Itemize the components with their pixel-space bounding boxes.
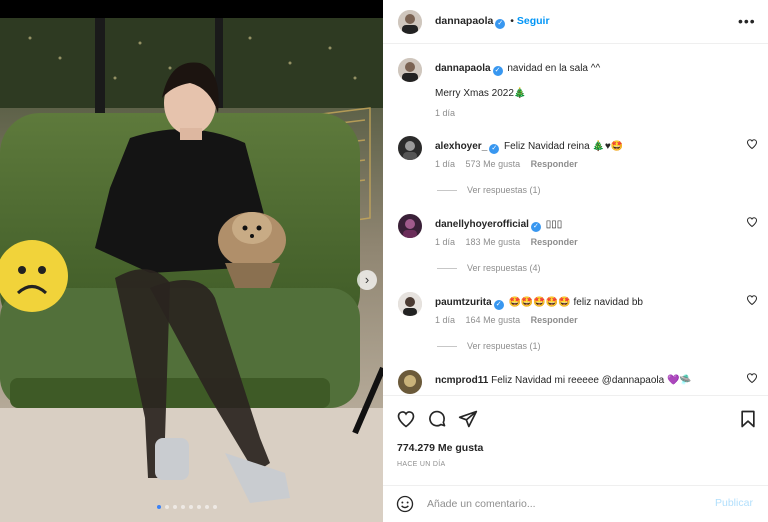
save-bookmark-icon[interactable] xyxy=(738,409,758,429)
verified-badge-icon: ✓ xyxy=(493,300,504,310)
comment-username[interactable]: paumtzurita xyxy=(435,297,492,308)
comment-like-heart-icon[interactable] xyxy=(746,294,758,306)
view-replies-label: Ver respuestas (1) xyxy=(467,341,541,351)
comment-meta: 1 día 573 Me gusta Responder xyxy=(435,159,586,169)
comment-bubble-icon[interactable] xyxy=(427,409,447,429)
carousel-dot xyxy=(173,505,177,509)
view-replies-button[interactable]: Ver respuestas (4) xyxy=(437,263,541,273)
carousel-dot xyxy=(165,505,169,509)
carousel-dot xyxy=(189,505,193,509)
follow-button[interactable]: Seguir xyxy=(517,15,550,27)
carousel-next-button[interactable]: › xyxy=(357,270,377,290)
comment-time[interactable]: 1 día xyxy=(435,237,455,247)
avatar-image xyxy=(398,214,422,238)
author-avatar[interactable] xyxy=(398,10,422,34)
view-replies-label: Ver respuestas (4) xyxy=(467,263,541,273)
reply-button[interactable]: Responder xyxy=(531,315,578,325)
comment-username[interactable]: ncmprod11 xyxy=(435,375,488,386)
comment-like-heart-icon[interactable] xyxy=(746,216,758,228)
comment-text-line: ncmprod11 Feliz Navidad mi reeeee @danna… xyxy=(435,375,735,386)
verified-badge-icon: ✓ xyxy=(495,19,506,29)
carousel-dot xyxy=(205,505,209,509)
comment-text: Feliz Navidad reina 🎄♥🤩 xyxy=(504,141,624,152)
avatar-image xyxy=(398,136,422,160)
comment-composer: Publicar xyxy=(383,485,768,522)
caption-author-avatar[interactable] xyxy=(398,58,422,82)
comment-time[interactable]: 1 día xyxy=(435,315,455,325)
post-header: dannapaola ✓ • Seguir ••• xyxy=(383,0,768,44)
author-username[interactable]: dannapaola xyxy=(435,15,493,27)
avatar-image xyxy=(398,370,422,394)
comment-text: 🤩🤩🤩🤩🤩 feliz navidad bb xyxy=(508,297,643,308)
verified-badge-icon: ✓ xyxy=(530,222,541,232)
carousel-dot xyxy=(181,505,185,509)
comment-input[interactable] xyxy=(427,495,667,513)
carousel-indicator xyxy=(157,505,217,509)
post-photo[interactable]: › xyxy=(0,18,383,522)
reply-button[interactable]: Responder xyxy=(531,159,578,169)
comment-likes[interactable]: 164 Me gusta xyxy=(466,315,521,325)
avatar-image xyxy=(398,10,422,34)
replies-divider xyxy=(437,346,457,348)
post-side-panel: dannapaola ✓ • Seguir ••• dannapaola ✓ nav… xyxy=(383,0,768,522)
caption-time: 1 día xyxy=(435,108,456,118)
comment-text-line: alexhoyer_ ✓ Feliz Navidad reina 🎄♥🤩 xyxy=(435,141,735,154)
comment-time[interactable]: 1 día xyxy=(435,159,455,169)
replies-divider xyxy=(437,190,457,192)
comment-avatar[interactable] xyxy=(398,292,422,316)
comment-text-line: danellyhoyerofficial ✓ ▯▯▯ xyxy=(435,219,735,232)
comment-meta: 1 día 164 Me gusta Responder xyxy=(435,315,586,325)
instagram-post-modal: › dannapaola ✓ • Seguir ••• dannapaola ✓… xyxy=(0,0,768,522)
verified-badge-icon: ✓ xyxy=(492,66,503,76)
caption-text: navidad en la sala ^^ xyxy=(507,63,601,74)
comment-avatar[interactable] xyxy=(398,370,422,394)
publish-button[interactable]: Publicar xyxy=(715,497,753,509)
comment-text: Feliz Navidad mi reeeee @dannapaola 💜🛸 xyxy=(491,375,692,386)
caption-text-line: dannapaola ✓ navidad en la sala ^^ xyxy=(435,63,735,76)
share-send-icon[interactable] xyxy=(458,409,478,429)
post-timestamp[interactable]: HACE UN DÍA xyxy=(397,461,445,468)
comment-text: ▯▯▯ xyxy=(545,219,563,230)
comment-username[interactable]: danellyhoyerofficial xyxy=(435,219,529,230)
comment-avatar[interactable] xyxy=(398,136,422,160)
comments-list[interactable]: dannapaola ✓ navidad en la sala ^^ Merry … xyxy=(383,45,768,395)
comment-meta: 1 día 183 Me gusta Responder xyxy=(435,237,586,247)
comment-username[interactable]: alexhoyer_ xyxy=(435,141,487,152)
caption-username[interactable]: dannapaola xyxy=(435,63,491,74)
avatar-image xyxy=(398,58,422,82)
verified-badge-icon: ✓ xyxy=(489,144,500,154)
emoji-smiley-icon[interactable] xyxy=(396,495,414,513)
likes-count[interactable]: 774.279 Me gusta xyxy=(397,442,483,454)
view-replies-button[interactable]: Ver respuestas (1) xyxy=(437,341,541,351)
like-heart-icon[interactable] xyxy=(396,409,416,429)
comment-avatar[interactable] xyxy=(398,214,422,238)
comment-like-heart-icon[interactable] xyxy=(746,138,758,150)
caption-line2: Merry Xmas 2022🎄 xyxy=(435,88,527,99)
carousel-dot xyxy=(157,505,161,509)
replies-divider xyxy=(437,268,457,270)
comment-like-heart-icon[interactable] xyxy=(746,372,758,384)
comment-text-line: paumtzurita ✓ 🤩🤩🤩🤩🤩 feliz navidad bb xyxy=(435,297,735,310)
comment-likes[interactable]: 183 Me gusta xyxy=(466,237,521,247)
view-replies-button[interactable]: Ver respuestas (1) xyxy=(437,185,541,195)
comment-likes[interactable]: 573 Me gusta xyxy=(466,159,521,169)
avatar-image xyxy=(398,292,422,316)
carousel-dot xyxy=(197,505,201,509)
reply-button[interactable]: Responder xyxy=(531,237,578,247)
more-horizontal-icon[interactable]: ••• xyxy=(738,13,756,29)
view-replies-label: Ver respuestas (1) xyxy=(467,185,541,195)
post-image xyxy=(0,18,383,522)
header-author-line: dannapaola ✓ • Seguir xyxy=(435,15,550,29)
post-actions: 774.279 Me gusta HACE UN DÍA xyxy=(383,395,768,485)
carousel-dot xyxy=(213,505,217,509)
